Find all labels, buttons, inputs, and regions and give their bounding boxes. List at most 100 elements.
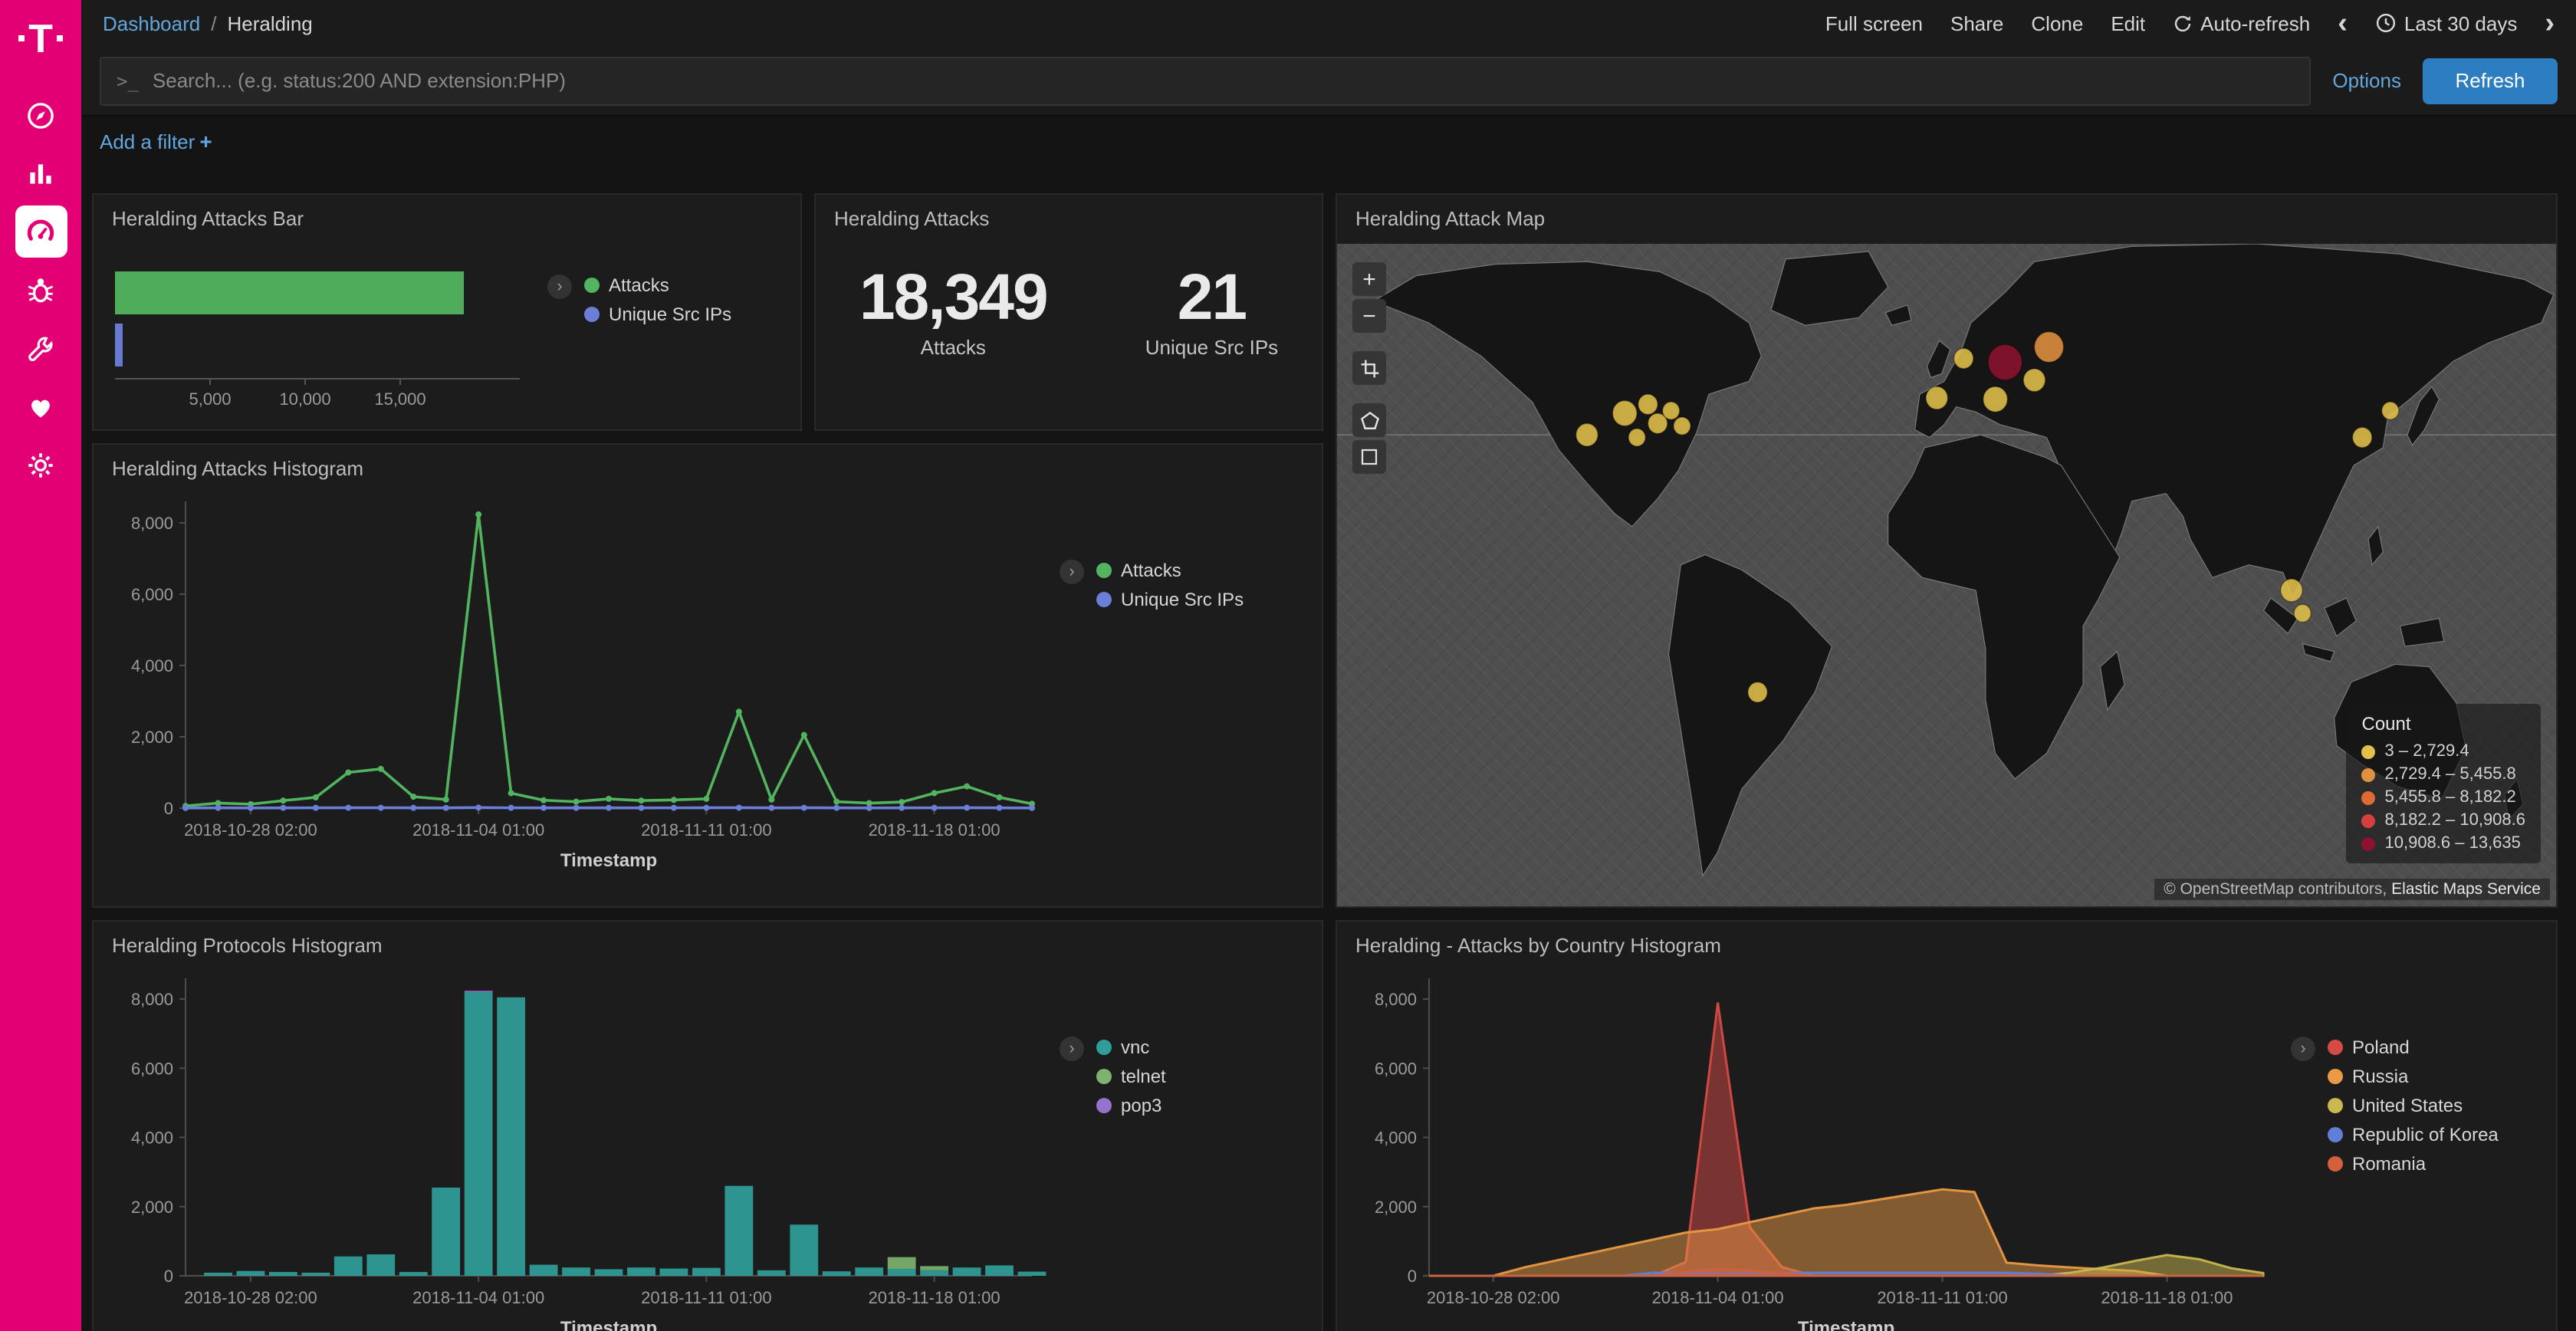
legend-label: Russia	[2352, 1066, 2408, 1087]
panel-heralding-attack-map: Heralding Attack Map	[1336, 193, 2558, 908]
legend-item: 2,729.4 – 5,455.8	[2362, 765, 2526, 784]
legend-item[interactable]: Romania	[2328, 1153, 2499, 1175]
edit-button[interactable]: Edit	[2111, 12, 2145, 35]
legend-item[interactable]: vnc	[1096, 1037, 1166, 1058]
logo-dot	[58, 35, 64, 41]
svg-text:6,000: 6,000	[131, 585, 173, 604]
legend-item[interactable]: United States	[2328, 1095, 2499, 1116]
hbar-unique-src-ips[interactable]	[115, 324, 123, 366]
attack-location-marker[interactable]	[1926, 386, 1948, 409]
legend-item[interactable]: Attacks	[1096, 560, 1244, 581]
legend-label: Republic of Korea	[2352, 1124, 2499, 1145]
svg-text:15,000: 15,000	[374, 389, 426, 409]
sidebar-item-discover[interactable]	[15, 89, 67, 141]
rectangle-draw-tool-button[interactable]	[1352, 440, 1386, 474]
legend-color-dot	[584, 307, 600, 322]
refresh-button[interactable]: Refresh	[2423, 58, 2558, 104]
attack-location-marker[interactable]	[1674, 417, 1691, 435]
attack-location-marker[interactable]	[1612, 400, 1637, 426]
logo-dot	[18, 35, 24, 41]
refresh-cycle-icon	[2173, 13, 2193, 33]
legend-item[interactable]: Unique Src IPs	[584, 304, 731, 325]
attack-location-marker[interactable]	[1638, 394, 1658, 415]
polygon-icon	[1359, 410, 1379, 430]
attack-location-marker[interactable]	[2352, 427, 2371, 448]
legend-color-dot	[2362, 790, 2376, 804]
country-histogram-chart[interactable]: 02,0004,0006,0008,0002018-10-28 02:00201…	[1343, 963, 2282, 1331]
legend-item[interactable]: Attacks	[584, 274, 731, 296]
attack-location-marker[interactable]	[1628, 429, 1645, 446]
x-axis: 5,00010,00015,000	[189, 379, 426, 409]
attack-location-marker[interactable]	[1663, 402, 1680, 419]
attack-location-marker[interactable]	[2034, 332, 2063, 363]
hbar-attacks[interactable]	[115, 271, 464, 314]
s idebar-item-dashboard-active[interactable]	[15, 205, 67, 258]
clock-icon	[2375, 12, 2397, 34]
sidebar-item-management[interactable]	[15, 439, 67, 491]
legend-item[interactable]: Poland	[2328, 1037, 2499, 1058]
options-link[interactable]: Options	[2332, 69, 2401, 92]
bar-vnc	[530, 1265, 558, 1276]
bar-vnc	[888, 1269, 916, 1276]
legend-item[interactable]: telnet	[1096, 1066, 1166, 1087]
filter-bar: Add a filter+	[81, 117, 2576, 166]
crop-filter-tool-button[interactable]	[1352, 351, 1386, 385]
legend-collapse-icon[interactable]: ›	[1060, 1037, 1084, 1061]
full-screen-button[interactable]: Full screen	[1825, 12, 1923, 35]
attack-location-marker[interactable]	[2294, 604, 2311, 622]
zoom-in-button[interactable]: +	[1352, 262, 1386, 296]
attack-location-marker[interactable]	[1576, 423, 1598, 446]
legend-collapse-icon[interactable]: ›	[1060, 560, 1084, 584]
attack-location-marker[interactable]	[1988, 344, 2022, 380]
time-range-picker[interactable]: Last 30 days	[2375, 12, 2517, 35]
attack-location-marker[interactable]	[2281, 579, 2303, 602]
add-filter-link[interactable]: Add a filter+	[100, 130, 212, 153]
sidebar-item-visualize[interactable]	[15, 147, 67, 199]
legend-collapse-icon[interactable]: ›	[547, 274, 572, 299]
legend-title: Count	[2362, 713, 2526, 735]
time-range-prev-button[interactable]: ‹	[2338, 8, 2348, 38]
protocols-histogram-chart[interactable]: 02,0004,0006,0008,0002018-10-28 02:00201…	[100, 963, 1050, 1331]
legend-label: telnet	[1121, 1066, 1166, 1087]
legend-item[interactable]: pop3	[1096, 1095, 1166, 1116]
attacks-bar-chart[interactable]: 5,00010,00015,000	[106, 262, 541, 416]
attack-location-marker[interactable]	[1954, 348, 1973, 369]
legend-item[interactable]: Russia	[2328, 1066, 2499, 1087]
attacks-histogram-chart[interactable]: 02,0004,0006,0008,0002018-10-28 02:00201…	[100, 486, 1050, 879]
legend-label: Attacks	[1121, 560, 1181, 581]
search-placeholder: Search... (e.g. status:200 AND extension…	[153, 69, 566, 92]
clone-button[interactable]: Clone	[2031, 12, 2083, 35]
wrench-icon	[25, 332, 57, 364]
sidebar-item-monitoring[interactable]	[15, 380, 67, 432]
zoom-out-button[interactable]: −	[1352, 299, 1386, 333]
legend-label: Romania	[2352, 1153, 2426, 1175]
svg-text:8,000: 8,000	[131, 514, 173, 533]
world-map[interactable]: + − Count 3 – 2,729.42,729.4 – 5,455.85,…	[1337, 244, 2556, 906]
bar-vnc	[204, 1273, 232, 1276]
unique-src-ips-metric: 21 Unique Src IPs	[1145, 261, 1278, 360]
auto-refresh-button[interactable]: Auto-refresh	[2173, 12, 2310, 35]
legend-item[interactable]: Unique Src IPs	[1096, 589, 1244, 610]
bar-vnc	[823, 1271, 851, 1276]
attack-location-marker[interactable]	[1983, 386, 2008, 412]
polygon-draw-tool-button[interactable]	[1352, 403, 1386, 437]
panel-attacks-by-country-histogram: Heralding - Attacks by Country Histogram…	[1336, 920, 2558, 1331]
legend-label: vnc	[1121, 1037, 1149, 1058]
bar-vnc	[301, 1273, 330, 1276]
chart-legend: › Poland Russia United States Republic of K…	[2291, 963, 2499, 1331]
attack-location-marker[interactable]	[1748, 682, 1767, 703]
heartbeat-icon	[25, 390, 57, 422]
bar-vnc	[660, 1269, 688, 1276]
share-button[interactable]: Share	[1950, 12, 2003, 35]
attack-location-marker[interactable]	[2382, 402, 2399, 419]
sidebar-item-dev-tools[interactable]	[15, 322, 67, 374]
sidebar-item-bug[interactable]	[15, 264, 67, 316]
telekom-logo[interactable]: T	[18, 18, 64, 58]
legend-item[interactable]: Republic of Korea	[2328, 1124, 2499, 1145]
time-range-next-button[interactable]: ›	[2545, 8, 2555, 38]
breadcrumb-dashboard-link[interactable]: Dashboard	[103, 12, 200, 35]
legend-collapse-icon[interactable]: ›	[2291, 1037, 2315, 1061]
search-input[interactable]: >_ Search... (e.g. status:200 AND extens…	[100, 56, 2311, 105]
attack-location-marker[interactable]	[2023, 369, 2045, 392]
plus-icon: +	[199, 129, 212, 153]
